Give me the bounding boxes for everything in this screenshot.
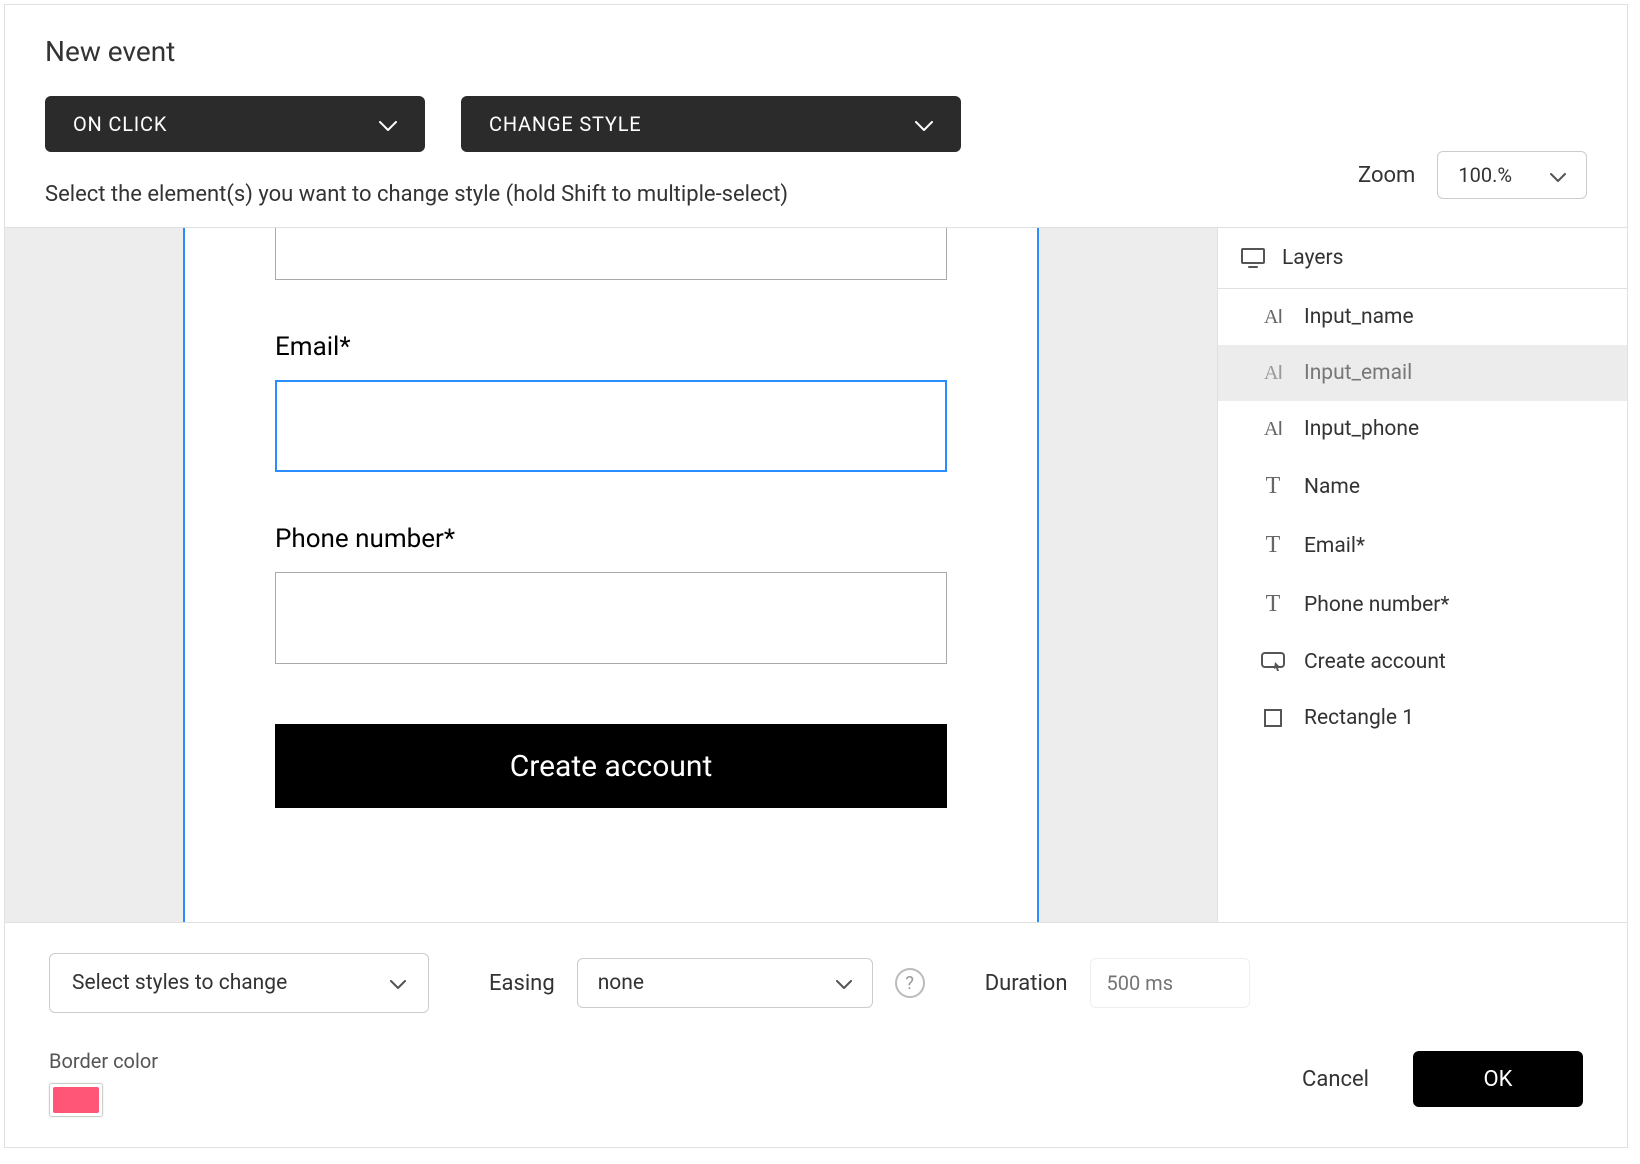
layer-row[interactable]: AI Input_email bbox=[1218, 345, 1627, 401]
button-icon bbox=[1260, 652, 1286, 672]
easing-dropdown[interactable]: none bbox=[577, 958, 873, 1008]
screen-icon bbox=[1240, 247, 1266, 269]
zoom-dropdown[interactable]: 100.% bbox=[1437, 151, 1587, 199]
layer-row[interactable]: T Email* bbox=[1218, 516, 1627, 575]
ok-button[interactable]: OK bbox=[1413, 1051, 1583, 1107]
layer-name: Create account bbox=[1304, 650, 1446, 674]
chevron-down-icon bbox=[1550, 163, 1566, 187]
action-dropdown[interactable]: CHANGE STYLE bbox=[461, 96, 961, 152]
border-color-swatch[interactable] bbox=[49, 1083, 103, 1117]
layer-row[interactable]: T Phone number* bbox=[1218, 575, 1627, 634]
text-icon: T bbox=[1260, 473, 1286, 500]
input-email-field[interactable] bbox=[275, 380, 947, 472]
text-icon: T bbox=[1260, 591, 1286, 618]
cancel-button[interactable]: Cancel bbox=[1302, 1067, 1369, 1092]
layers-panel: Layers AI Input_name AI Input_email AI Input_… bbox=[1217, 228, 1627, 922]
trigger-action-row: ON CLICK CHANGE STYLE bbox=[45, 96, 1587, 152]
styles-to-change-dropdown[interactable]: Select styles to change bbox=[49, 953, 429, 1013]
chevron-down-icon bbox=[390, 971, 406, 995]
layers-title: Layers bbox=[1282, 246, 1343, 270]
email-label: Email* bbox=[275, 332, 947, 362]
easing-control: Easing none ? bbox=[489, 958, 925, 1008]
input-name-field[interactable] bbox=[275, 228, 947, 280]
zoom-value: 100.% bbox=[1458, 163, 1512, 187]
trigger-dropdown-label: ON CLICK bbox=[73, 112, 167, 136]
header-section: New event ON CLICK CHANGE STYLE Select t… bbox=[5, 5, 1627, 228]
layer-name: Phone number* bbox=[1304, 593, 1449, 617]
layer-name: Input_email bbox=[1304, 361, 1412, 385]
rectangle-icon bbox=[1260, 708, 1286, 728]
layer-row[interactable]: T Name bbox=[1218, 457, 1627, 516]
event-editor-dialog: New event ON CLICK CHANGE STYLE Select t… bbox=[4, 4, 1628, 1148]
text-input-icon: AI bbox=[1260, 362, 1286, 385]
controls-row: Select styles to change Easing none ? Du… bbox=[49, 953, 1583, 1013]
duration-input[interactable] bbox=[1090, 958, 1250, 1008]
dialog-actions: Cancel OK bbox=[1302, 1051, 1583, 1107]
phone-label: Phone number* bbox=[275, 524, 947, 554]
duration-control: Duration bbox=[985, 958, 1250, 1008]
easing-value: none bbox=[598, 971, 644, 995]
easing-label: Easing bbox=[489, 971, 555, 996]
chevron-down-icon bbox=[915, 112, 933, 136]
instruction-text: Select the element(s) you want to change… bbox=[45, 182, 1587, 207]
layer-row[interactable]: AI Input_phone bbox=[1218, 401, 1627, 457]
ok-button-label: OK bbox=[1484, 1067, 1513, 1092]
middle-section: Email* Phone number* Create account Laye… bbox=[5, 228, 1627, 922]
layer-name: Email* bbox=[1304, 534, 1365, 558]
layer-row[interactable]: Create account bbox=[1218, 634, 1627, 690]
text-input-icon: AI bbox=[1260, 418, 1286, 441]
bottom-panel: Select styles to change Easing none ? Du… bbox=[5, 922, 1627, 1147]
border-color-value bbox=[53, 1087, 99, 1113]
trigger-dropdown[interactable]: ON CLICK bbox=[45, 96, 425, 152]
text-input-icon: AI bbox=[1260, 306, 1286, 329]
layer-name: Rectangle 1 bbox=[1304, 706, 1414, 730]
duration-label: Duration bbox=[985, 971, 1068, 996]
artboard: Email* Phone number* Create account bbox=[183, 228, 1039, 922]
layer-name: Input_name bbox=[1304, 305, 1414, 329]
layer-row[interactable]: AI Input_name bbox=[1218, 289, 1627, 345]
input-phone-field[interactable] bbox=[275, 572, 947, 664]
text-icon: T bbox=[1260, 532, 1286, 559]
chevron-down-icon bbox=[836, 971, 852, 995]
chevron-down-icon bbox=[379, 112, 397, 136]
create-account-button-label: Create account bbox=[510, 749, 713, 784]
dialog-title: New event bbox=[45, 35, 1587, 68]
layer-name: Input_phone bbox=[1304, 417, 1419, 441]
layer-name: Name bbox=[1304, 475, 1360, 499]
zoom-control: Zoom 100.% bbox=[1358, 151, 1587, 199]
styles-dropdown-label: Select styles to change bbox=[72, 971, 287, 995]
layers-list: AIInput_nameAIInput_emailAIInput_phoneTN… bbox=[1218, 289, 1627, 746]
layer-row[interactable]: Rectangle 1 bbox=[1218, 690, 1627, 746]
canvas-area[interactable]: Email* Phone number* Create account bbox=[5, 228, 1217, 922]
easing-help-icon[interactable]: ? bbox=[895, 968, 925, 998]
action-dropdown-label: CHANGE STYLE bbox=[489, 112, 641, 136]
create-account-button[interactable]: Create account bbox=[275, 724, 947, 808]
zoom-label: Zoom bbox=[1358, 163, 1415, 188]
layers-header: Layers bbox=[1218, 228, 1627, 289]
